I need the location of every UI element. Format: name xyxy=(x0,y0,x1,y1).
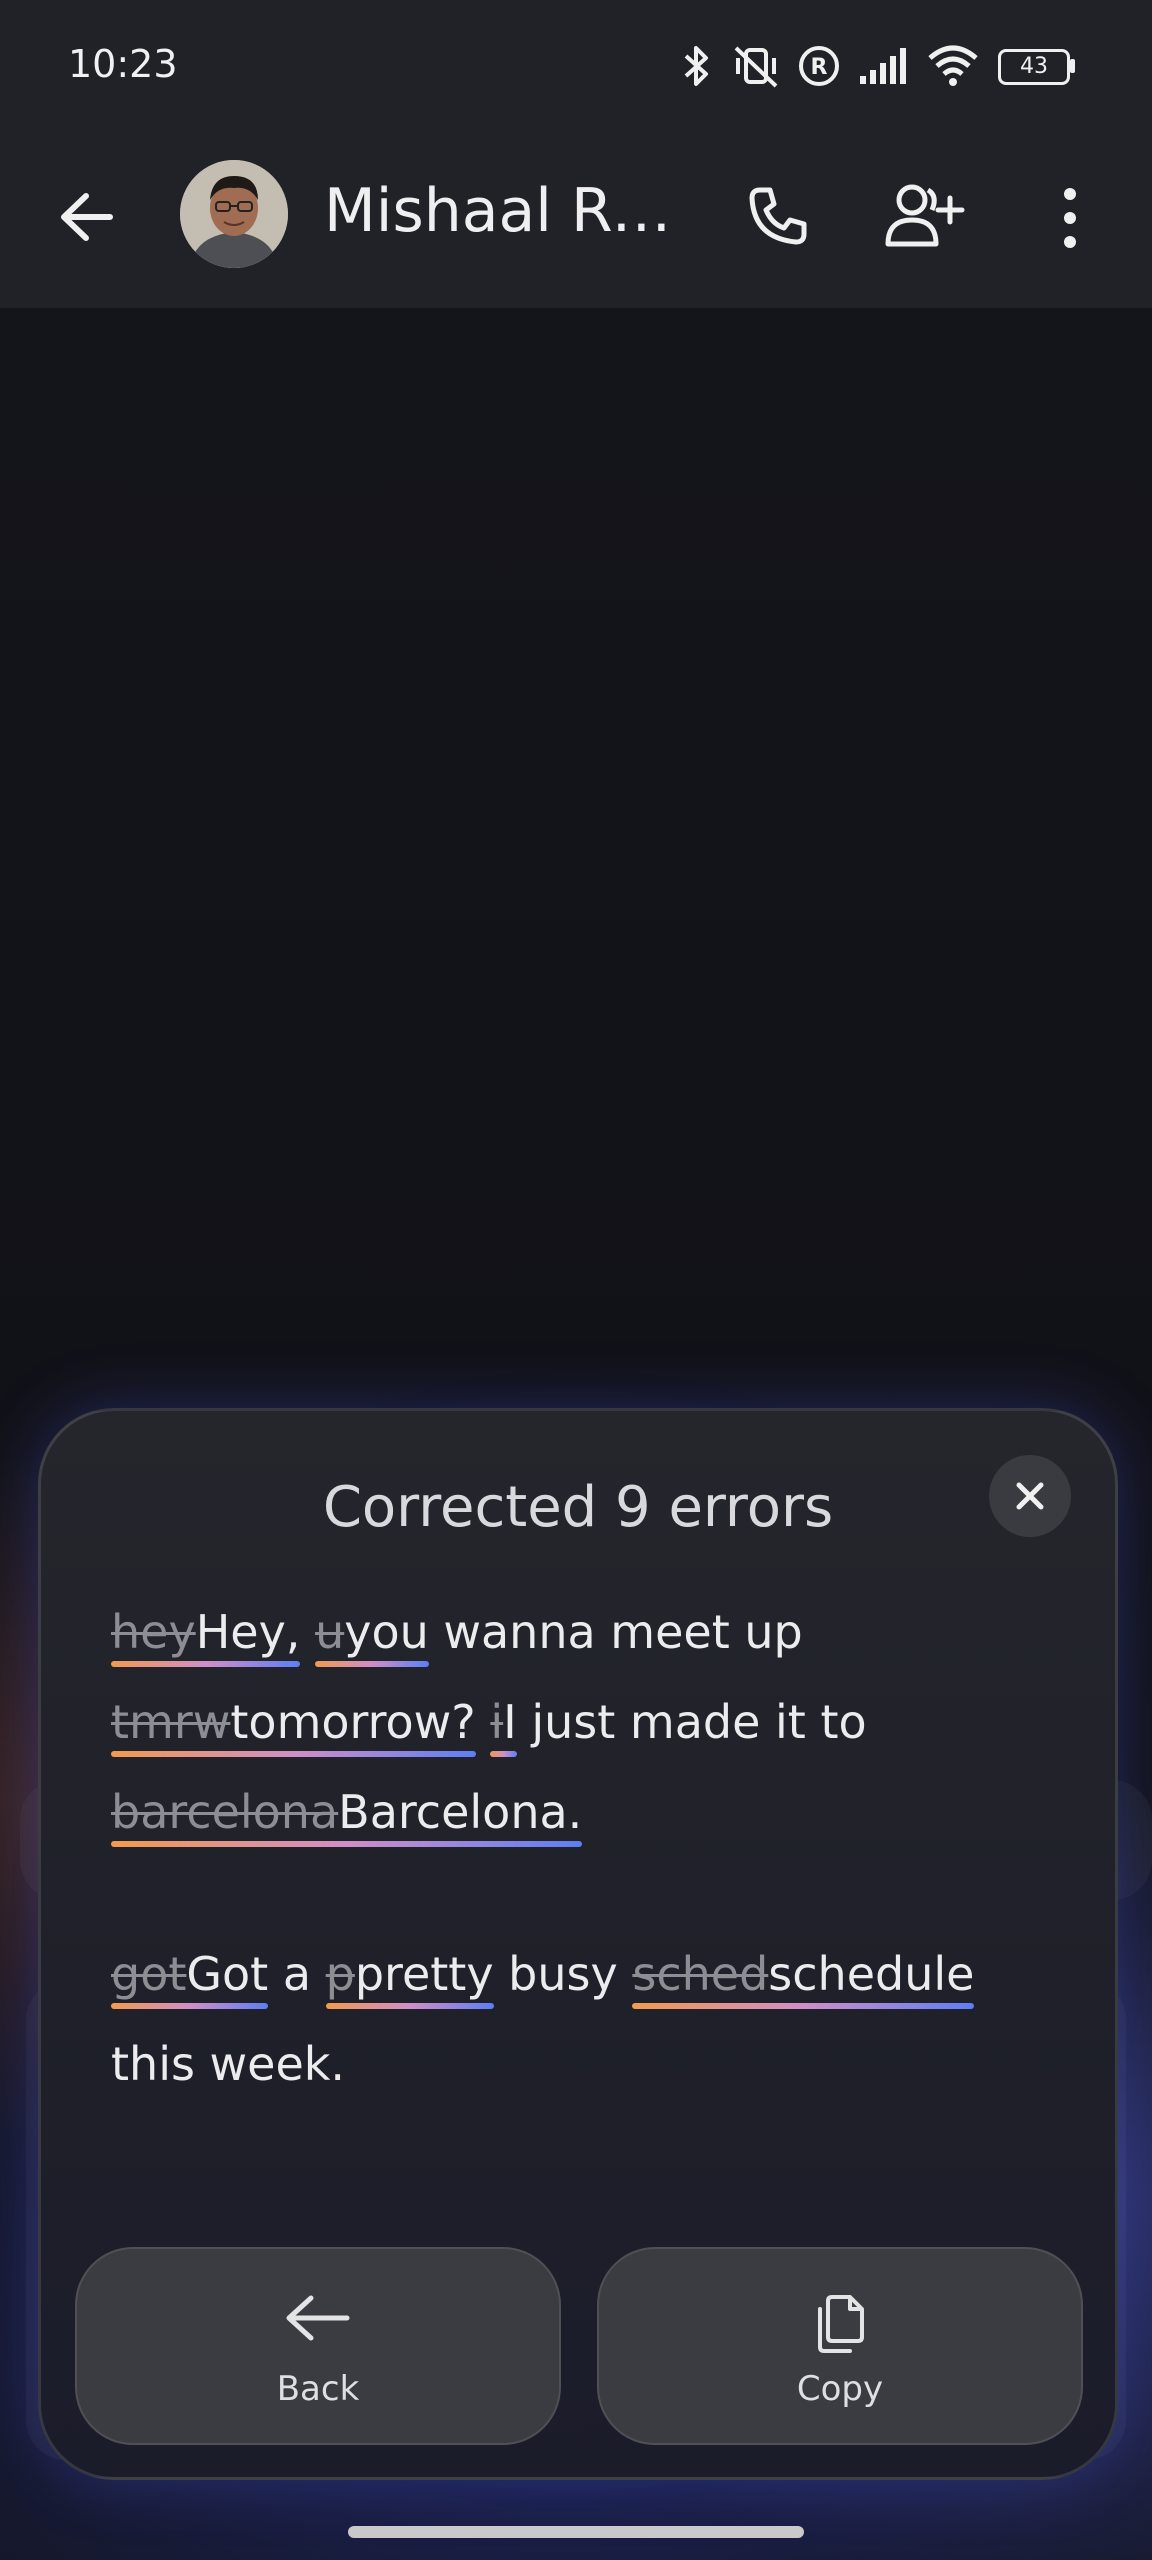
proofread-panel: Corrected 9 errors heyHey, uyou wanna me… xyxy=(38,1408,1118,2480)
corrected-word: Barcelona. xyxy=(338,1785,583,1839)
home-indicator[interactable] xyxy=(348,2526,804,2538)
correction[interactable]: iI xyxy=(490,1677,518,1767)
wifi-icon xyxy=(928,45,978,86)
text-line: this week. xyxy=(111,2019,974,2109)
plain-text: this week. xyxy=(111,2037,346,2091)
original-word: barcelona xyxy=(111,1785,339,1839)
text-line: barcelonaBarcelona. xyxy=(111,1767,867,1857)
add-participant-button[interactable] xyxy=(882,178,966,254)
add-person-icon xyxy=(885,184,965,247)
phone-icon xyxy=(749,187,807,245)
text-line: heyHey, uyou wanna meet up xyxy=(111,1587,867,1677)
conversation-header: Mishaal Ra... xyxy=(0,140,1152,308)
copy-icon xyxy=(818,2295,864,2353)
close-icon xyxy=(1016,1482,1044,1510)
correction[interactable]: schedschedule xyxy=(632,1929,975,2019)
status-icons: R 43 xyxy=(680,44,1075,88)
corrected-word: tomorrow? xyxy=(230,1695,476,1749)
close-button[interactable] xyxy=(989,1455,1071,1537)
more-vert-icon xyxy=(1064,188,1076,248)
contact-name[interactable]: Mishaal Ra... xyxy=(324,176,684,246)
original-word: i xyxy=(490,1695,504,1749)
battery-icon: 43 xyxy=(998,49,1075,85)
corrected-word: pretty xyxy=(354,1947,494,2001)
plain-text: a xyxy=(268,1947,326,2001)
correction[interactable]: tmrwtomorrow? xyxy=(111,1677,476,1767)
back-button[interactable] xyxy=(52,182,122,252)
original-word: p xyxy=(325,1947,355,2001)
call-button[interactable] xyxy=(742,182,812,252)
correction[interactable]: barcelonaBarcelona. xyxy=(111,1767,583,1857)
copy-button[interactable]: Copy xyxy=(597,2247,1083,2445)
avatar[interactable] xyxy=(180,160,288,268)
screen: 10:23 R 43 Mishaal Ra... Corrected 9 err… xyxy=(0,0,1152,2560)
original-word: tmrw xyxy=(111,1695,231,1749)
corrected-word: you xyxy=(344,1605,429,1659)
corrected-word: I xyxy=(503,1695,517,1749)
copy-icon-wrap xyxy=(599,2293,1081,2355)
correction[interactable]: gotGot xyxy=(111,1929,269,2019)
text-line: gotGot a ppretty busy schedschedule xyxy=(111,1929,975,2019)
plain-text: busy xyxy=(493,1947,633,2001)
bluetooth-icon xyxy=(684,46,708,86)
battery-level: 43 xyxy=(1020,54,1048,79)
panel-title: Corrected 9 errors xyxy=(322,1475,834,1540)
back-action-label: Back xyxy=(276,2369,360,2409)
copy-label: Copy xyxy=(796,2369,884,2409)
vibrate-off-icon xyxy=(734,46,778,88)
correction[interactable]: ppretty xyxy=(325,1929,494,2019)
registered-icon: R xyxy=(799,46,839,86)
original-word: got xyxy=(111,1947,187,2001)
corrected-paragraph-2: gotGot a ppretty busy schedschedule this… xyxy=(111,1929,975,2109)
back-action-button[interactable]: Back xyxy=(75,2247,561,2445)
svg-text:R: R xyxy=(811,55,828,80)
corrected-word: Hey, xyxy=(195,1605,301,1659)
original-word: hey xyxy=(111,1605,196,1659)
status-time: 10:23 xyxy=(68,42,178,86)
more-options-button[interactable] xyxy=(1040,180,1100,256)
original-word: sched xyxy=(632,1947,769,2001)
corrected-paragraph-1: heyHey, uyou wanna meet up tmrwtomorrow?… xyxy=(111,1587,867,1857)
contact-photo xyxy=(180,160,288,268)
status-bar: 10:23 R 43 xyxy=(0,0,1152,140)
signal-icon xyxy=(860,48,906,84)
corrected-word: Got xyxy=(186,1947,269,2001)
text-line: tmrwtomorrow? iI just made it to xyxy=(111,1677,867,1767)
original-word: u xyxy=(315,1605,345,1659)
correction[interactable]: uyou xyxy=(315,1587,429,1677)
arrow-left-icon xyxy=(286,2295,350,2341)
back-action-icon-wrap xyxy=(77,2293,559,2343)
plain-text: wanna meet up xyxy=(428,1605,803,1659)
plain-text: just made it to xyxy=(516,1695,867,1749)
corrected-word: schedule xyxy=(768,1947,975,2001)
correction[interactable]: heyHey, xyxy=(111,1587,301,1677)
back-arrow-icon xyxy=(61,193,113,241)
